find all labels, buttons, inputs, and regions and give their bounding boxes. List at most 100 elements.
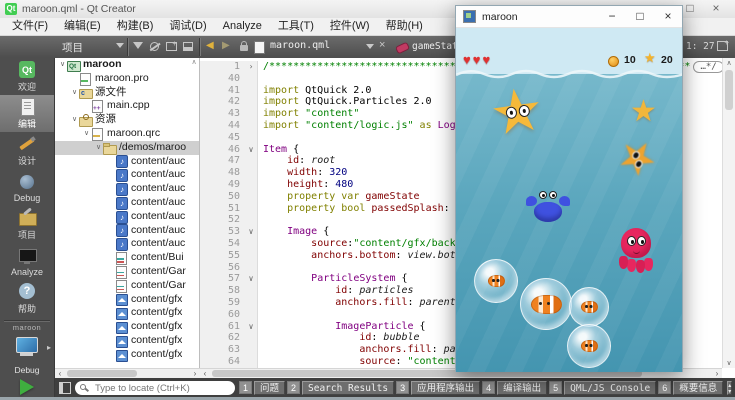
menu-item[interactable]: 文件(F) bbox=[4, 18, 56, 35]
expander-icon[interactable]: ∨ bbox=[82, 127, 91, 141]
token: : bbox=[408, 297, 420, 308]
menu-item[interactable]: Analyze bbox=[215, 18, 270, 35]
tree-row[interactable]: content/auc bbox=[55, 210, 199, 224]
tree-row[interactable]: ∨源文件 bbox=[55, 86, 199, 100]
tree-row[interactable]: ∨/demos/maroo bbox=[55, 141, 199, 155]
game-canvas[interactable]: ♥♥♥ 10 ★ 20 bbox=[456, 28, 682, 372]
mode-debugm[interactable]: Debug bbox=[0, 169, 54, 206]
tree-row[interactable]: content/auc bbox=[55, 237, 199, 251]
game-titlebar[interactable]: maroon − □ × bbox=[456, 6, 682, 28]
expander-icon[interactable]: ∨ bbox=[70, 86, 79, 100]
output-pane-button[interactable]: 编译输出 bbox=[497, 381, 547, 395]
mode-projects[interactable]: 项目 bbox=[0, 206, 54, 243]
output-pane-button[interactable]: 问题 bbox=[254, 381, 285, 395]
menu-item[interactable]: 帮助(H) bbox=[378, 18, 431, 35]
locator[interactable] bbox=[75, 381, 235, 395]
tree-row[interactable]: content/gfx bbox=[55, 348, 199, 362]
close-pane-icon[interactable] bbox=[183, 42, 193, 51]
locator-input[interactable] bbox=[93, 381, 232, 397]
bubble[interactable] bbox=[520, 278, 572, 330]
game-maximize-button[interactable]: □ bbox=[626, 6, 654, 27]
bubble[interactable] bbox=[474, 259, 518, 303]
menu-item[interactable]: 工具(T) bbox=[270, 18, 322, 35]
tree-row[interactable]: content/Gar bbox=[55, 279, 199, 293]
tree-row[interactable]: content/auc bbox=[55, 182, 199, 196]
close-button[interactable]: × bbox=[707, 1, 725, 16]
mode-analyze[interactable]: Analyze bbox=[0, 243, 54, 280]
tree-hscrollbar[interactable]: ‹ › bbox=[55, 368, 200, 378]
expander-icon[interactable]: ∨ bbox=[94, 141, 103, 155]
tree-row[interactable]: ∨maroon.qrc bbox=[55, 127, 199, 141]
tree-row[interactable]: content/Bui bbox=[55, 251, 199, 265]
tree-row[interactable]: content/auc bbox=[55, 168, 199, 182]
menu-item[interactable]: 调试(D) bbox=[161, 18, 214, 35]
scroll-right-icon[interactable]: › bbox=[190, 369, 200, 378]
scroll-left-icon[interactable]: ‹ bbox=[200, 369, 210, 378]
fold-marker[interactable]: ∨ bbox=[245, 273, 258, 285]
menu-item[interactable]: 构建(B) bbox=[109, 18, 162, 35]
fold-marker[interactable]: ∨ bbox=[245, 144, 258, 156]
expander-icon[interactable]: ∨ bbox=[70, 113, 79, 127]
output-pane-button[interactable]: 概要信息 bbox=[673, 381, 723, 395]
expander-icon[interactable]: ∨ bbox=[58, 58, 67, 72]
folded-block-placeholder[interactable]: …*/ bbox=[693, 61, 722, 73]
tree-row[interactable]: content/Gar bbox=[55, 265, 199, 279]
open-document-combo[interactable]: maroon.qml bbox=[270, 40, 330, 51]
tree-row[interactable]: maroon.pro bbox=[55, 72, 199, 86]
starfish-sprite[interactable] bbox=[480, 76, 555, 151]
tree-row[interactable]: content/gfx bbox=[55, 306, 199, 320]
tree-row[interactable]: content/auc bbox=[55, 155, 199, 169]
output-pane-spinner[interactable]: ▴▾ bbox=[727, 381, 732, 395]
scroll-down-icon[interactable]: ∨ bbox=[723, 359, 735, 367]
editor-vscrollbar[interactable]: ∧ ∨ bbox=[722, 58, 735, 368]
close-document-icon[interactable]: × bbox=[379, 39, 385, 51]
mode-edit[interactable]: 编辑 bbox=[0, 95, 54, 132]
output-pane-button[interactable]: 应用程序输出 bbox=[411, 381, 480, 395]
split-editor-icon[interactable] bbox=[717, 41, 728, 51]
chevron-down-icon[interactable] bbox=[366, 44, 374, 49]
fold-marker[interactable]: ∨ bbox=[245, 321, 258, 333]
bubble[interactable] bbox=[567, 324, 611, 368]
mode-help[interactable]: 帮助 bbox=[0, 280, 54, 317]
fold-marker[interactable]: › bbox=[245, 61, 258, 73]
tree-row[interactable]: ∨maroon bbox=[55, 58, 199, 72]
scroll-up-icon[interactable]: ∧ bbox=[723, 59, 735, 67]
scroll-thumb[interactable] bbox=[67, 370, 137, 377]
mode-design[interactable]: 设计 bbox=[0, 132, 54, 169]
tree-scrollbar[interactable]: ∧ bbox=[190, 58, 198, 368]
sync-with-editor-icon[interactable] bbox=[150, 42, 159, 51]
toggle-sidebar-icon[interactable] bbox=[59, 382, 71, 394]
star-sprite[interactable] bbox=[630, 96, 657, 128]
tree-row[interactable]: ∨资源 bbox=[55, 113, 199, 127]
scroll-thumb[interactable] bbox=[725, 70, 733, 110]
maximize-button[interactable]: □ bbox=[681, 1, 699, 16]
project-pane-combo[interactable]: 项目 bbox=[62, 40, 83, 55]
chevron-down-icon[interactable] bbox=[116, 43, 124, 48]
game-app-icon bbox=[463, 10, 476, 23]
game-close-button[interactable]: × bbox=[654, 6, 682, 27]
output-pane-button[interactable]: QML/JS Console bbox=[564, 381, 656, 395]
kit-selector-button[interactable]: ▸ bbox=[0, 334, 54, 364]
menu-item[interactable]: 控件(W) bbox=[322, 18, 378, 35]
navigate-forward-icon[interactable]: ▶ bbox=[222, 40, 230, 51]
mode-welcome[interactable]: 欢迎 bbox=[0, 58, 54, 95]
tree-row[interactable]: content/gfx bbox=[55, 334, 199, 348]
menu-item[interactable]: 编辑(E) bbox=[56, 18, 109, 35]
crab-sprite[interactable] bbox=[526, 188, 570, 226]
tree-row[interactable]: main.cpp bbox=[55, 99, 199, 113]
run-button[interactable] bbox=[0, 377, 54, 398]
output-pane-button[interactable]: Search Results bbox=[302, 381, 394, 395]
fold-marker[interactable]: ∨ bbox=[245, 226, 258, 238]
scroll-right-icon[interactable]: › bbox=[712, 369, 722, 378]
octopus-sprite[interactable] bbox=[616, 228, 656, 276]
filter-icon[interactable] bbox=[133, 42, 143, 49]
tree-row[interactable]: content/auc bbox=[55, 196, 199, 210]
bubble[interactable] bbox=[569, 287, 609, 327]
split-pane-icon[interactable] bbox=[166, 42, 177, 51]
tree-row[interactable]: content/gfx bbox=[55, 320, 199, 334]
navigate-back-icon[interactable]: ◀ bbox=[206, 40, 214, 51]
tree-row[interactable]: content/auc bbox=[55, 224, 199, 238]
tree-row[interactable]: content/gfx bbox=[55, 293, 199, 307]
game-minimize-button[interactable]: − bbox=[598, 6, 626, 27]
scroll-left-icon[interactable]: ‹ bbox=[55, 369, 65, 378]
